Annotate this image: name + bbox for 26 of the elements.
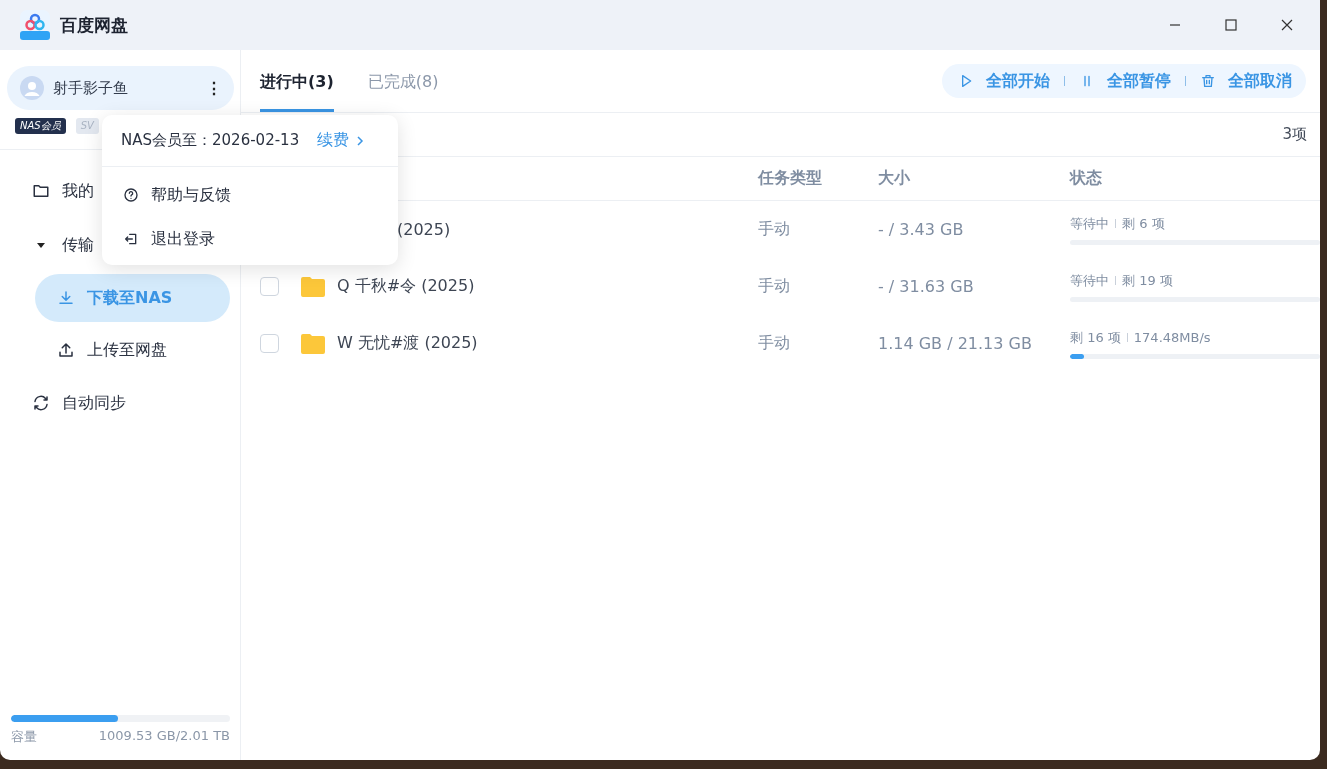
status-text: 剩 19 项	[1122, 271, 1173, 290]
status-text: 等待中	[1070, 214, 1109, 233]
task-size: - / 3.43 GB	[878, 220, 965, 239]
task-type: 手动	[758, 276, 791, 297]
membership-expiry: NAS会员至：2026-02-13	[121, 131, 300, 150]
status-text: 剩 16 项	[1070, 328, 1121, 347]
task-name: Q 千秋#令 (2025)	[337, 276, 475, 297]
column-header: 任务类型	[758, 168, 823, 189]
column-header: 状态	[1070, 168, 1103, 189]
task-type: 手动	[758, 333, 791, 354]
task-name: W 无忧#渡 (2025)	[337, 333, 478, 354]
task-name: (2025)	[397, 220, 451, 239]
storage-label: 容量	[11, 728, 37, 746]
task-type: 手动	[758, 219, 791, 240]
column-header: 大小	[878, 168, 911, 189]
task-size: 1.14 GB / 21.13 GB	[878, 334, 1033, 353]
status-text: 等待中	[1070, 271, 1109, 290]
item-count: 3项	[1282, 125, 1307, 144]
user-name: 射手影子鱼	[53, 78, 129, 98]
status-text: 剩 6 项	[1122, 214, 1165, 233]
status-text: 174.48MB/s	[1133, 330, 1211, 345]
storage-value: 1009.53 GB/2.01 TB	[98, 728, 230, 745]
member-tag: SV	[75, 118, 99, 134]
window-title: 百度网盘	[60, 13, 129, 37]
member-tag: NAS会员	[15, 118, 66, 134]
task-size: - / 31.63 GB	[878, 277, 975, 296]
